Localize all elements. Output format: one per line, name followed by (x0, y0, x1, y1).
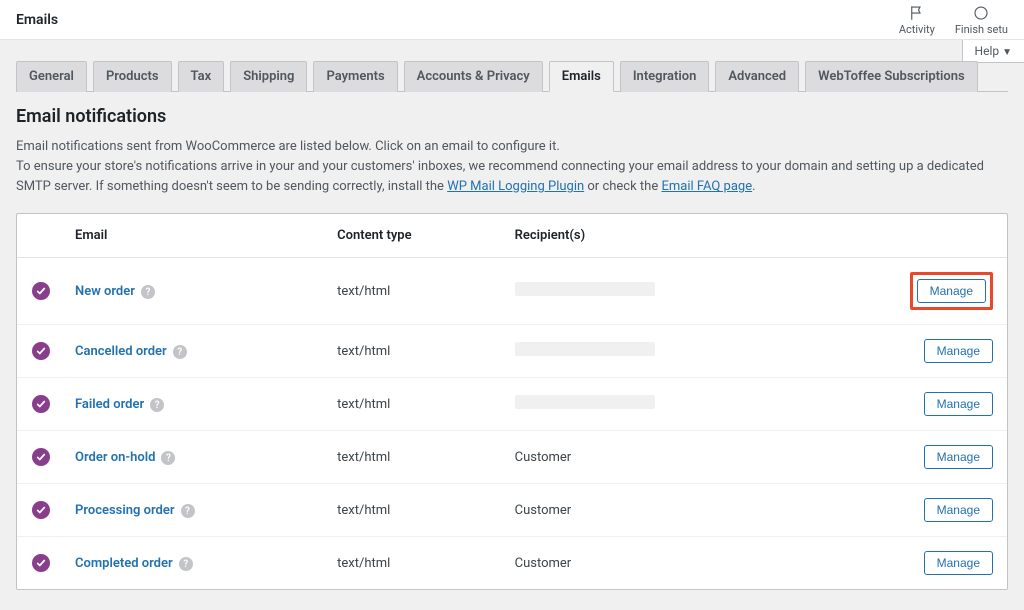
recipient-cell: Customer (505, 431, 806, 484)
recipient-cell (505, 258, 806, 325)
tab-advanced[interactable]: Advanced (715, 61, 799, 92)
enabled-status-icon (32, 342, 50, 360)
email-faq-link[interactable]: Email FAQ page (661, 179, 752, 194)
redacted-recipient (515, 395, 655, 409)
finish-label: Finish setu (955, 24, 1008, 35)
emails-table: Email Content type Recipient(s) New orde… (16, 213, 1008, 590)
help-tip-icon[interactable]: ? (141, 285, 155, 299)
recipient-cell: Customer (505, 484, 806, 537)
enabled-status-icon (32, 554, 50, 572)
manage-button[interactable]: Manage (917, 279, 986, 303)
activity-label: Activity (899, 24, 935, 35)
table-header-row: Email Content type Recipient(s) (17, 214, 1007, 258)
tab-emails[interactable]: Emails (549, 61, 614, 92)
help-tip-icon[interactable]: ? (173, 345, 187, 359)
content-type-cell: text/html (327, 484, 505, 537)
enabled-status-icon (32, 501, 50, 519)
intro-line-2: To ensure your store's notifications arr… (16, 157, 1008, 197)
action-cell: Manage (805, 537, 1007, 589)
content-type-cell: text/html (327, 431, 505, 484)
help-tip-icon[interactable]: ? (150, 398, 164, 412)
email-name-link[interactable]: Cancelled order (75, 344, 167, 359)
intro-text: or check the (584, 179, 661, 194)
enabled-status-icon (32, 395, 50, 413)
settings-tabs: GeneralProductsTaxShippingPaymentsAccoun… (16, 60, 1008, 92)
enabled-status-icon (32, 282, 50, 300)
recipients-header: Recipient(s) (505, 214, 806, 258)
highlight-box: Manage (910, 272, 993, 310)
content-type-cell: text/html (327, 325, 505, 378)
email-name-cell: Failed order? (65, 378, 327, 431)
email-header: Email (65, 214, 327, 258)
email-name-cell: Processing order? (65, 484, 327, 537)
page-title: Emails (16, 12, 58, 28)
status-header (17, 214, 65, 258)
tab-accounts-privacy[interactable]: Accounts & Privacy (404, 61, 543, 92)
flag-icon (908, 4, 926, 22)
email-name-link[interactable]: Failed order (75, 397, 144, 412)
help-tip-icon[interactable]: ? (179, 557, 193, 571)
tab-tax[interactable]: Tax (178, 61, 225, 92)
intro-line-1: Email notifications sent from WooCommerc… (16, 137, 1008, 157)
help-tip-icon[interactable]: ? (181, 504, 195, 518)
recipient-cell: Customer (505, 537, 806, 589)
tab-integration[interactable]: Integration (620, 61, 710, 92)
section-intro: Email notifications sent from WooCommerc… (16, 137, 1008, 197)
content-type-cell: text/html (327, 537, 505, 589)
email-name-link[interactable]: New order (75, 284, 135, 299)
email-name-cell: Cancelled order? (65, 325, 327, 378)
table-row: Processing order?text/htmlCustomerManage (17, 484, 1007, 537)
manage-button[interactable]: Manage (924, 339, 993, 363)
tab-webtoffee-subscriptions[interactable]: WebToffee Subscriptions (805, 61, 978, 92)
enabled-status-icon (32, 448, 50, 466)
section-title: Email notifications (16, 106, 1008, 127)
email-name-link[interactable]: Processing order (75, 503, 175, 518)
actions-header (805, 214, 1007, 258)
table-row: Completed order?text/htmlCustomerManage (17, 537, 1007, 589)
action-cell: Manage (805, 431, 1007, 484)
action-cell: Manage (805, 258, 1007, 325)
tab-payments[interactable]: Payments (313, 61, 397, 92)
wp-mail-logging-link[interactable]: WP Mail Logging Plugin (447, 179, 584, 194)
table-row: Order on-hold?text/htmlCustomerManage (17, 431, 1007, 484)
activity-button[interactable]: Activity (899, 4, 935, 35)
table-row: Cancelled order?text/htmlManage (17, 325, 1007, 378)
intro-text: . (752, 179, 755, 194)
help-tip-icon[interactable]: ? (161, 451, 175, 465)
recipient-cell (505, 378, 806, 431)
table-row: Failed order?text/htmlManage (17, 378, 1007, 431)
action-cell: Manage (805, 484, 1007, 537)
action-cell: Manage (805, 378, 1007, 431)
topbar: Emails Activity Finish setu (0, 0, 1024, 40)
content-type-cell: text/html (327, 378, 505, 431)
email-name-link[interactable]: Completed order (75, 556, 173, 571)
tab-general[interactable]: General (16, 61, 87, 92)
manage-button[interactable]: Manage (924, 445, 993, 469)
email-name-cell: New order? (65, 258, 327, 325)
status-cell (17, 378, 65, 431)
tab-shipping[interactable]: Shipping (230, 61, 307, 92)
email-name-cell: Order on-hold? (65, 431, 327, 484)
finish-setup-button[interactable]: Finish setu (955, 4, 1008, 35)
status-cell (17, 537, 65, 589)
recipient-cell (505, 325, 806, 378)
manage-button[interactable]: Manage (924, 392, 993, 416)
topbar-actions: Activity Finish setu (899, 4, 1008, 35)
email-name-link[interactable]: Order on-hold (75, 450, 155, 465)
circle-icon (972, 4, 990, 22)
content-type-header: Content type (327, 214, 505, 258)
manage-button[interactable]: Manage (924, 551, 993, 575)
redacted-recipient (515, 342, 655, 356)
action-cell: Manage (805, 325, 1007, 378)
status-cell (17, 484, 65, 537)
status-cell (17, 258, 65, 325)
table-row: New order?text/htmlManage (17, 258, 1007, 325)
status-cell (17, 325, 65, 378)
tab-products[interactable]: Products (93, 61, 172, 92)
status-cell (17, 431, 65, 484)
content: GeneralProductsTaxShippingPaymentsAccoun… (0, 40, 1024, 610)
email-name-cell: Completed order? (65, 537, 327, 589)
content-type-cell: text/html (327, 258, 505, 325)
redacted-recipient (515, 282, 655, 296)
